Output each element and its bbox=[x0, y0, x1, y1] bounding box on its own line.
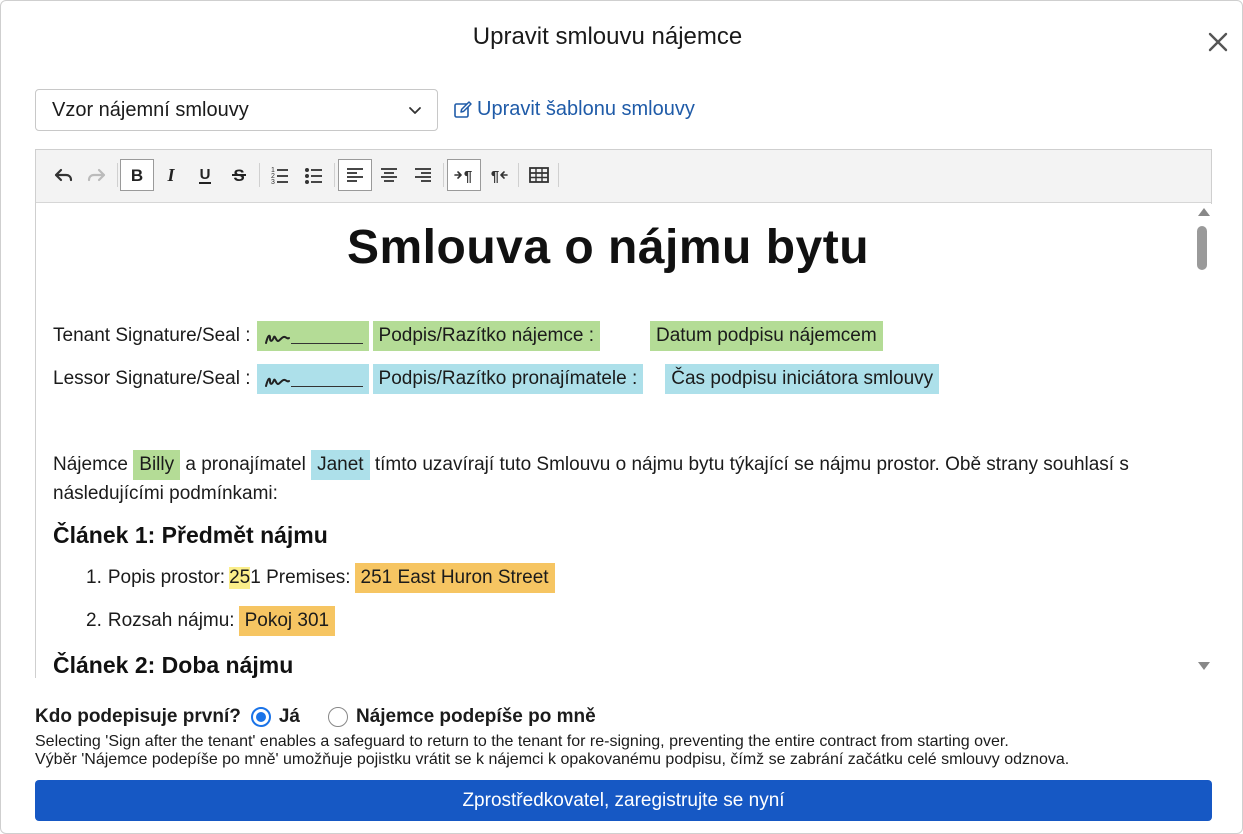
chevron-down-icon bbox=[409, 107, 421, 114]
register-broker-button[interactable]: Zprostředkovatel, zaregistrujte se nyní bbox=[35, 780, 1212, 821]
ltr-direction-icon: ¶ bbox=[454, 168, 472, 185]
svg-text:B: B bbox=[131, 166, 143, 185]
signing-order-row: Kdo podepisuje první? Já Nájemce podepíš… bbox=[35, 706, 596, 728]
document-title: Smlouva o nájmu bytu bbox=[346, 221, 870, 274]
intro-text: a pronajímatel bbox=[185, 454, 306, 475]
list-item-text: 1 Premises: bbox=[250, 567, 351, 588]
close-icon bbox=[1208, 32, 1228, 52]
radio-tenant-after[interactable] bbox=[327, 707, 348, 727]
template-select-value: Vzor nájemní smlouvy bbox=[52, 98, 249, 121]
list-item-label: Rozsah nájmu: bbox=[107, 610, 235, 631]
italic-icon: I bbox=[166, 165, 175, 185]
edit-template-link[interactable]: Upravit šablonu smlouvy bbox=[453, 98, 695, 121]
lessor-signature-field[interactable]: Podpis/Razítko pronajímatele : bbox=[372, 364, 644, 394]
edit-icon bbox=[454, 100, 472, 118]
tenant-name-field[interactable]: Billy bbox=[133, 450, 181, 480]
svg-text:¶: ¶ bbox=[464, 168, 472, 185]
ordered-list-icon: 123 bbox=[271, 167, 288, 186]
lease-scope-field[interactable]: Pokoj 301 bbox=[238, 606, 336, 636]
align-right-button[interactable] bbox=[406, 159, 440, 191]
intro-text: Nájemce bbox=[53, 454, 128, 475]
edit-template-link-label: Upravit šablonu smlouvy bbox=[477, 98, 695, 120]
intro-paragraph: Nájemce Billy a pronajímatel Janet tímto… bbox=[53, 450, 1173, 508]
align-left-button[interactable] bbox=[338, 159, 372, 191]
signature-icon bbox=[264, 334, 290, 344]
svg-text:¶: ¶ bbox=[491, 168, 499, 185]
table-icon bbox=[529, 167, 549, 183]
undo-button[interactable] bbox=[46, 159, 80, 191]
align-center-button[interactable] bbox=[372, 159, 406, 191]
signing-order-question: Kdo podepisuje první? bbox=[35, 706, 241, 727]
underline-button[interactable]: U bbox=[188, 159, 222, 191]
radio-me-label[interactable]: Já bbox=[279, 706, 300, 728]
list-item-label: Popis prostor: bbox=[107, 567, 226, 588]
toolbar-separator bbox=[558, 163, 559, 187]
lessor-signature-label: Lessor Signature/Seal : bbox=[53, 368, 251, 389]
tenant-date-field[interactable]: Datum podpisu nájemcem bbox=[649, 321, 883, 351]
svg-text:3: 3 bbox=[271, 179, 275, 186]
article-1-heading: Článek 1: Předmět nájmu bbox=[53, 522, 328, 548]
strikethrough-icon: S bbox=[232, 166, 246, 185]
align-center-icon bbox=[381, 168, 397, 182]
redo-icon bbox=[87, 168, 106, 182]
table-button[interactable] bbox=[522, 159, 556, 191]
list-item: 2. Rozsah nájmu: Pokoj 301 bbox=[86, 606, 336, 636]
document-content[interactable]: Smlouva o nájmu bytu Tenant Signature/Se… bbox=[36, 204, 1194, 678]
rtl-direction-icon: ¶ bbox=[491, 168, 508, 185]
help-text-en: Selecting 'Sign after the tenant' enable… bbox=[35, 733, 1009, 750]
signature-icon bbox=[264, 377, 290, 387]
dialog-title: Upravit smlouvu nájemce bbox=[472, 23, 743, 50]
scroll-up-icon[interactable] bbox=[1198, 208, 1210, 216]
tenant-signature-label: Tenant Signature/Seal : bbox=[53, 325, 251, 346]
help-text-cs: Výběr 'Nájemce podepíše po mně' umožňuje… bbox=[35, 751, 1070, 768]
toolbar-separator bbox=[117, 163, 118, 187]
lessor-signature-placeholder[interactable] bbox=[256, 364, 369, 394]
close-button[interactable] bbox=[1201, 25, 1235, 59]
lessor-name-field[interactable]: Janet bbox=[311, 450, 370, 480]
bullet-list-icon bbox=[305, 168, 322, 184]
tenant-signature-field[interactable]: Podpis/Razítko nájemce : bbox=[372, 321, 600, 351]
radio-tenant-after-label[interactable]: Nájemce podepíše po mně bbox=[356, 706, 596, 728]
edit-tenant-contract-dialog: Upravit smlouvu nájemce Vzor nájemní sml… bbox=[0, 0, 1243, 834]
lessor-signature-row: Lessor Signature/Seal : Podpis/Razítko p… bbox=[53, 364, 940, 394]
highlighted-text: 25 bbox=[229, 567, 251, 589]
undo-icon bbox=[54, 168, 73, 182]
redo-button[interactable] bbox=[80, 159, 114, 191]
rich-text-editor: B I U S 123 bbox=[35, 149, 1212, 678]
italic-button[interactable]: I bbox=[154, 159, 188, 191]
ordered-list-button[interactable]: 123 bbox=[263, 159, 297, 191]
list-item-number: 2. bbox=[86, 610, 102, 631]
tenant-signature-placeholder[interactable] bbox=[256, 321, 369, 351]
bullet-list-button[interactable] bbox=[297, 159, 331, 191]
bold-button[interactable]: B bbox=[120, 159, 154, 191]
rtl-direction-button[interactable]: ¶ bbox=[481, 159, 515, 191]
svg-text:U: U bbox=[200, 166, 211, 183]
list-item-number: 1. bbox=[86, 567, 102, 588]
radio-me[interactable] bbox=[250, 707, 271, 727]
underline-icon: U bbox=[199, 166, 211, 184]
toolbar-separator bbox=[259, 163, 260, 187]
lessor-time-field[interactable]: Čas podpisu iniciátora smlouvy bbox=[665, 364, 940, 394]
toolbar-separator bbox=[334, 163, 335, 187]
editor-toolbar: B I U S 123 bbox=[36, 150, 1211, 203]
toolbar-separator bbox=[518, 163, 519, 187]
premises-address-field[interactable]: 251 East Huron Street bbox=[354, 563, 555, 593]
article-2-heading: Článek 2: Doba nájmu bbox=[53, 652, 294, 678]
template-select[interactable]: Vzor nájemní smlouvy bbox=[35, 89, 438, 131]
toolbar-separator bbox=[443, 163, 444, 187]
tenant-signature-row: Tenant Signature/Seal : Podpis/Razítko n… bbox=[53, 321, 883, 351]
bold-icon: B bbox=[131, 166, 143, 185]
svg-text:I: I bbox=[166, 165, 175, 185]
list-item: 1. Popis prostor: 25 1 Premises: 251 Eas… bbox=[86, 563, 555, 593]
align-right-icon bbox=[415, 168, 431, 182]
strikethrough-button[interactable]: S bbox=[222, 159, 256, 191]
scroll-down-icon[interactable] bbox=[1198, 662, 1210, 670]
document-scrollbar[interactable] bbox=[1194, 204, 1212, 678]
align-left-icon bbox=[347, 168, 363, 182]
ltr-direction-button[interactable]: ¶ bbox=[447, 159, 481, 191]
scroll-thumb[interactable] bbox=[1197, 226, 1207, 270]
